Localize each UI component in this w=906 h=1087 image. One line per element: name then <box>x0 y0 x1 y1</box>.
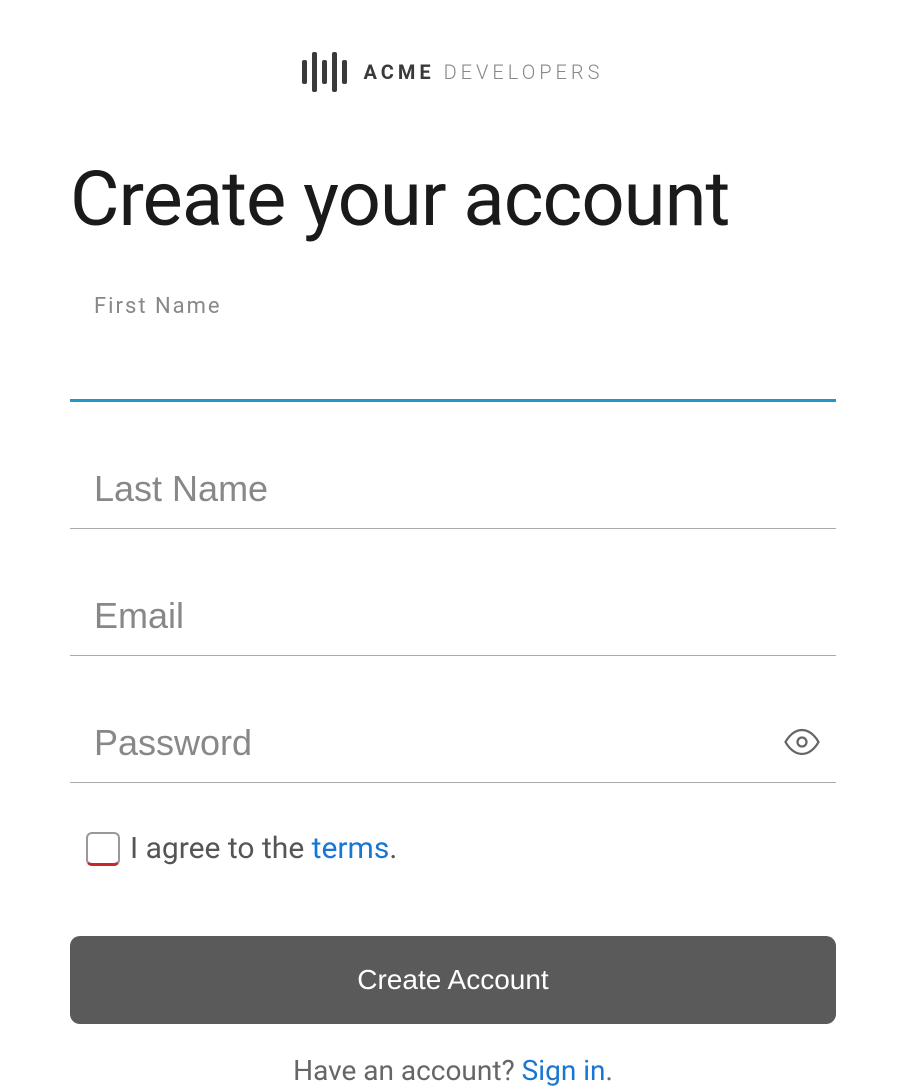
terms-link[interactable]: terms <box>312 831 390 866</box>
first-name-group: First Name <box>70 294 836 402</box>
terms-suffix: . <box>389 831 397 866</box>
signin-link[interactable]: Sign in <box>522 1054 606 1087</box>
create-account-button[interactable]: Create Account <box>70 936 836 1024</box>
logo: ACME DEVELOPERS <box>70 50 836 94</box>
logo-brand-bold: ACME <box>363 60 434 84</box>
password-group <box>70 704 836 783</box>
logo-text: ACME DEVELOPERS <box>363 60 603 84</box>
page-title: Create your account <box>70 154 836 244</box>
last-name-input[interactable] <box>70 450 836 529</box>
terms-checkbox[interactable] <box>86 832 120 866</box>
first-name-input[interactable] <box>70 337 836 402</box>
signin-suffix: . <box>606 1054 613 1087</box>
terms-label: I agree to the terms. <box>130 831 397 866</box>
last-name-group <box>70 450 836 529</box>
eye-icon[interactable] <box>784 724 820 764</box>
terms-prefix: I agree to the <box>130 831 312 866</box>
password-input[interactable] <box>70 704 836 783</box>
signin-prefix: Have an account? <box>293 1054 522 1087</box>
email-input[interactable] <box>70 577 836 656</box>
logo-bars-icon <box>302 50 347 94</box>
terms-row: I agree to the terms. <box>70 831 836 866</box>
logo-brand-light: DEVELOPERS <box>444 60 604 84</box>
email-group <box>70 577 836 656</box>
first-name-label: First Name <box>70 294 836 319</box>
signin-row: Have an account? Sign in. <box>70 1054 836 1087</box>
